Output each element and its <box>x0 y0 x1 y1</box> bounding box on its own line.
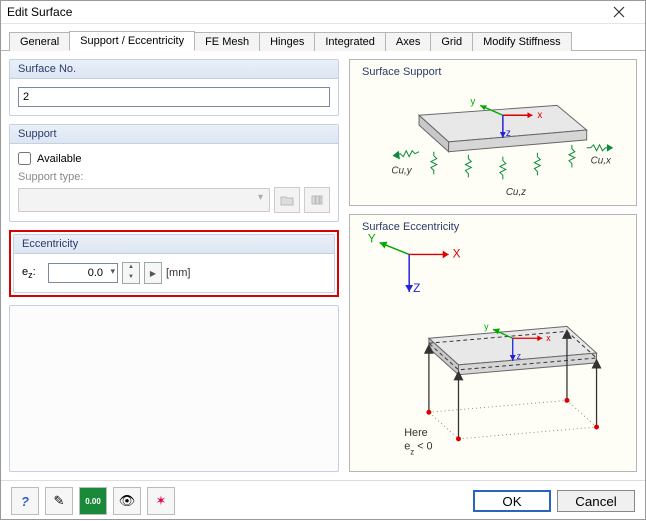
eccentricity-unit: [mm] <box>166 267 190 279</box>
edit-icon: ✎ <box>54 493 65 509</box>
axis-x-small-label: x <box>546 333 551 343</box>
library-icon-button <box>304 187 330 213</box>
tab-hinges[interactable]: Hinges <box>259 32 315 51</box>
group-title: Support <box>10 125 338 144</box>
eccentricity-spinner[interactable]: ▲ ▼ <box>122 262 140 284</box>
tab-axes[interactable]: Axes <box>385 32 431 51</box>
support-type-label: Support type: <box>18 171 330 183</box>
units-icon: 0.00 <box>85 497 101 506</box>
group-title: Surface No. <box>10 60 338 79</box>
axis-Z-label: Z <box>413 281 420 295</box>
tab-label: Grid <box>441 36 462 48</box>
surface-no-input[interactable] <box>18 87 330 107</box>
tab-integrated[interactable]: Integrated <box>314 32 386 51</box>
view-button[interactable]: 👁 <box>113 487 141 515</box>
support-available-label: Available <box>37 153 81 165</box>
left-column: Surface No. Support Available Support ty… <box>9 59 339 472</box>
content-area: Surface No. Support Available Support ty… <box>1 51 645 480</box>
group-eccentricity: Eccentricity ez: ▲ ▼ <box>13 234 335 293</box>
axis-y-label: y <box>470 96 475 107</box>
preview-surface-support: Surface Support x y z <box>349 59 637 206</box>
group-title: Eccentricity <box>14 235 334 254</box>
help-icon: ? <box>21 494 29 509</box>
note-line2: ez < 0 <box>404 441 432 457</box>
tab-bar: General Support / Eccentricity FE Mesh H… <box>1 24 645 51</box>
group-support: Support Available Support type: <box>9 124 339 222</box>
tab-label: Support / Eccentricity <box>80 35 184 47</box>
window-title: Edit Surface <box>7 5 599 19</box>
spring-x-label: Cu,x <box>591 156 612 167</box>
preview-title: Surface Eccentricity <box>354 217 467 237</box>
tab-support-eccentricity[interactable]: Support / Eccentricity <box>69 31 195 51</box>
tab-general[interactable]: General <box>9 32 70 51</box>
cancel-button[interactable]: Cancel <box>557 490 635 512</box>
tab-grid[interactable]: Grid <box>430 32 473 51</box>
tab-label: General <box>20 36 59 48</box>
axis-x-label: x <box>537 110 542 121</box>
tab-label: FE Mesh <box>205 36 249 48</box>
preview-title: Surface Support <box>354 62 450 82</box>
preview-surface-eccentricity: Surface Eccentricity X Y Z <box>349 214 637 472</box>
highlight-rectangle: Eccentricity ez: ▲ ▼ <box>9 230 339 297</box>
eccentricity-ez-input[interactable] <box>48 263 118 283</box>
empty-panel <box>9 305 339 472</box>
edit-button[interactable]: ✎ <box>45 487 73 515</box>
tab-label: Integrated <box>325 36 375 48</box>
chevron-up-icon: ▲ <box>123 263 139 273</box>
titlebar: Edit Surface <box>1 1 645 24</box>
tab-label: Hinges <box>270 36 304 48</box>
axis-y-small-label: y <box>484 321 489 331</box>
bottom-toolbar: ? ✎ 0.00 👁 ✶ OK Cancel <box>1 480 645 521</box>
pick-button[interactable]: ✶ <box>147 487 175 515</box>
close-button[interactable] <box>599 1 639 23</box>
support-type-dropdown <box>18 188 270 212</box>
right-column: Surface Support x y z <box>349 59 637 472</box>
tab-fe-mesh[interactable]: FE Mesh <box>194 32 260 51</box>
support-available-checkbox[interactable] <box>18 152 31 165</box>
note-line1: Here <box>404 427 427 439</box>
axis-z-small-label: z <box>517 351 521 361</box>
pick-icon: ✶ <box>156 493 167 509</box>
tab-label: Axes <box>396 36 420 48</box>
units-button[interactable]: 0.00 <box>79 487 107 515</box>
eccentricity-step-button[interactable]: ▶ <box>144 262 162 284</box>
axis-X-label: X <box>453 246 461 260</box>
axis-z-label: z <box>506 128 511 139</box>
tab-label: Modify Stiffness <box>483 36 560 48</box>
eccentricity-ez-label: ez: <box>22 266 44 280</box>
tab-modify-stiffness[interactable]: Modify Stiffness <box>472 32 571 51</box>
window: Edit Surface General Support / Eccentric… <box>0 0 646 520</box>
group-surface-no: Surface No. <box>9 59 339 116</box>
eye-icon: 👁 <box>119 493 136 509</box>
chevron-down-icon: ▼ <box>123 273 139 283</box>
folder-icon-button <box>274 187 300 213</box>
ok-button[interactable]: OK <box>473 490 551 512</box>
spring-z-label: Cu,z <box>506 187 526 198</box>
help-button[interactable]: ? <box>11 487 39 515</box>
spring-y-label: Cu,y <box>391 165 412 176</box>
